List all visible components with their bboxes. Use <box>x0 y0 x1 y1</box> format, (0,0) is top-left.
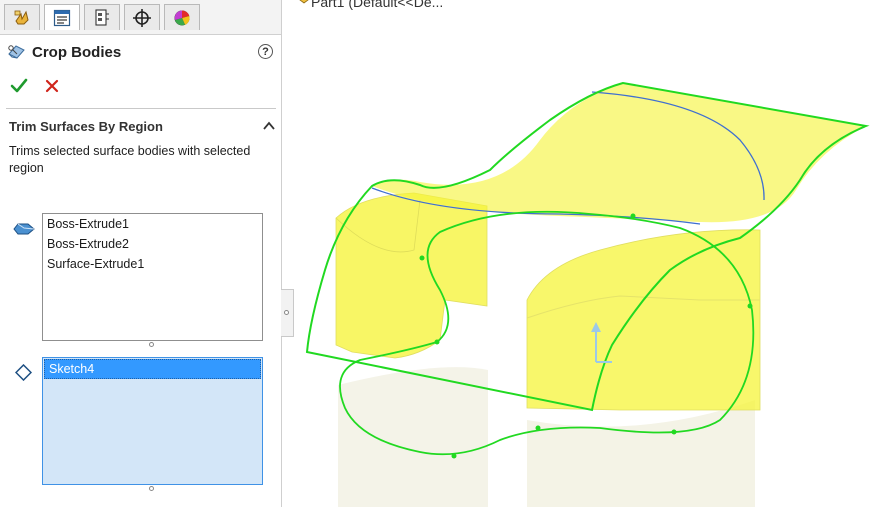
display-manager-icon <box>174 9 190 25</box>
section-description: Trims selected surface bodies with selec… <box>9 144 251 175</box>
configuration-manager-icon <box>95 8 109 26</box>
list-item[interactable]: Surface-Extrude1 <box>43 254 262 274</box>
section-title: Trim Surfaces By Region <box>9 119 163 134</box>
dimxpert-manager-icon <box>133 8 151 27</box>
help-icon: ? <box>262 45 269 58</box>
tab-property-manager[interactable] <box>44 4 80 30</box>
property-manager-icon <box>53 9 71 26</box>
body-reflection <box>527 400 755 507</box>
tab-display-manager[interactable] <box>164 4 200 30</box>
divider <box>6 108 276 109</box>
tab-feature-manager[interactable] <box>4 4 40 30</box>
collapse-chevron-icon[interactable] <box>262 120 276 132</box>
tab-dimxpert-manager[interactable] <box>124 4 160 30</box>
tab-configuration-manager[interactable] <box>84 4 120 30</box>
region-selection-list[interactable]: Sketch4 <box>42 357 263 485</box>
splitter-grip <box>284 310 289 315</box>
help-button[interactable]: ? <box>258 44 273 59</box>
yellow-body-left <box>335 192 488 359</box>
feature-title: Crop Bodies <box>32 44 122 61</box>
crop-bodies-icon <box>8 45 25 59</box>
list-resize-handle[interactable] <box>149 342 154 347</box>
feature-header: Crop Bodies ? <box>6 41 274 65</box>
panel-splitter-handle[interactable] <box>281 289 294 337</box>
body-reflection <box>338 367 488 507</box>
bodies-selection-list[interactable]: Boss-Extrude1 Boss-Extrude2 Surface-Extr… <box>42 213 263 341</box>
list-item[interactable]: Boss-Extrude1 <box>43 214 262 234</box>
ok-checkmark-button[interactable] <box>10 77 28 95</box>
list-item-selected[interactable]: Sketch4 <box>44 359 261 379</box>
feature-manager-icon <box>14 10 29 24</box>
graphics-viewport[interactable] <box>295 0 895 507</box>
yellow-surface-top <box>372 83 866 223</box>
manager-tab-bar <box>0 0 281 35</box>
cancel-x-button[interactable] <box>44 78 60 94</box>
list-resize-handle[interactable] <box>149 486 154 491</box>
list-item[interactable]: Boss-Extrude2 <box>43 234 262 254</box>
property-manager-panel: Crop Bodies ? Trim Surfaces By Region Tr… <box>0 0 282 507</box>
bodies-selection-icon <box>13 223 35 235</box>
region-selection-icon <box>15 364 32 381</box>
